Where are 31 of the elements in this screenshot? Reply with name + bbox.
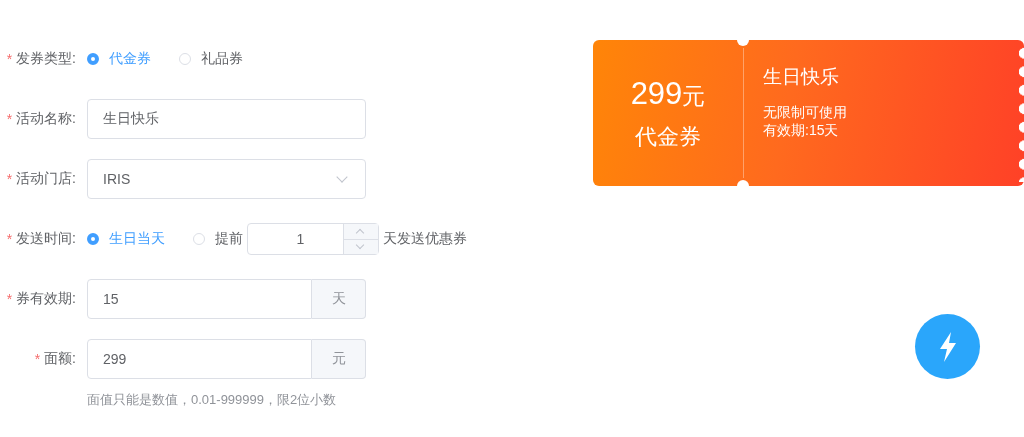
required-mark: * (34, 351, 41, 367)
field-label: 面额: (44, 350, 76, 368)
required-mark: * (6, 231, 13, 247)
field-label: 活动名称: (16, 110, 76, 128)
radio-option[interactable]: 礼品券 (179, 50, 243, 68)
coupon-amount: 299元 (630, 75, 706, 113)
input-field[interactable]: 299 (87, 339, 312, 379)
coupon-type: 代金券 (635, 123, 701, 151)
select-field[interactable]: IRIS (87, 159, 366, 199)
lightning-icon (937, 331, 958, 362)
coupon-detail: 有效期:15天 (763, 121, 840, 139)
unit-addon: 元 (312, 339, 366, 379)
coupon-title: 生日快乐 (763, 65, 840, 89)
radio-button[interactable] (87, 53, 99, 65)
required-mark: * (6, 171, 13, 187)
required-mark: * (6, 291, 13, 307)
coupon-detail: 无限制可使用 (763, 103, 847, 121)
radio-option[interactable]: 提前 (193, 230, 243, 248)
number-stepper[interactable]: 1 (247, 223, 379, 255)
required-mark: * (6, 51, 13, 67)
field-label: 发送时间: (16, 230, 76, 248)
field-label: 发券类型: (16, 50, 76, 68)
field-label: 券有效期: (16, 290, 76, 308)
required-mark: * (6, 111, 13, 127)
hint-text: 面值只能是数值，0.01-999999，限2位小数 (87, 391, 338, 409)
suffix-text: 天发送优惠券 (383, 230, 467, 248)
radio-button[interactable] (87, 233, 99, 245)
input-field[interactable]: 15 (87, 279, 312, 319)
input-field[interactable]: 生日快乐 (87, 99, 366, 139)
field-label: 活动门店: (16, 170, 76, 188)
unit-addon: 天 (312, 279, 366, 319)
